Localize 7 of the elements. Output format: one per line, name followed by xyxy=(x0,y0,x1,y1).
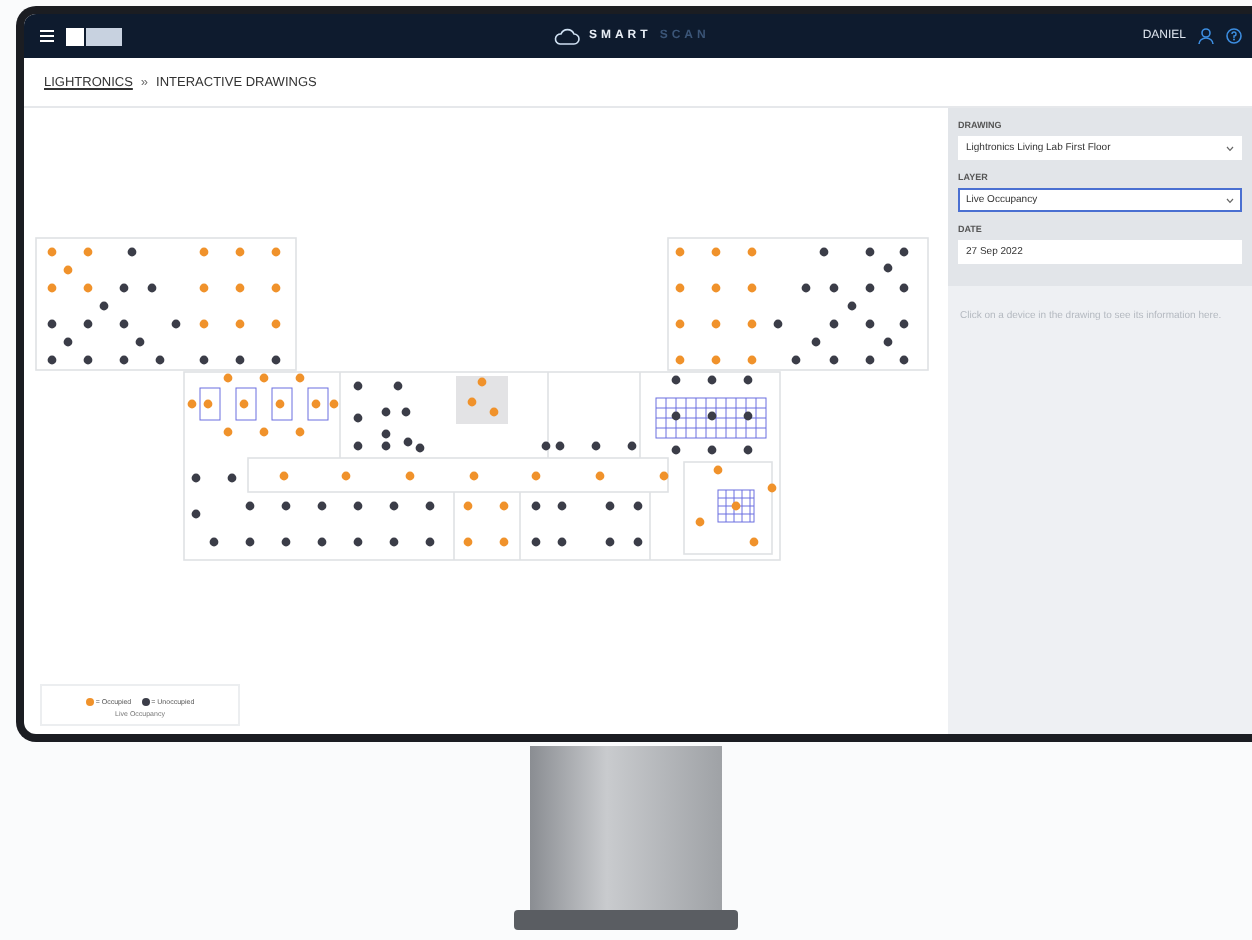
help-icon[interactable] xyxy=(1226,28,1242,44)
user-icon[interactable] xyxy=(1198,28,1214,44)
chevron-icon xyxy=(1226,197,1234,203)
menu-icon[interactable] xyxy=(40,30,54,42)
logo-icon xyxy=(66,27,122,45)
cloud-icon xyxy=(554,27,581,45)
chevron-icon xyxy=(1226,145,1234,151)
